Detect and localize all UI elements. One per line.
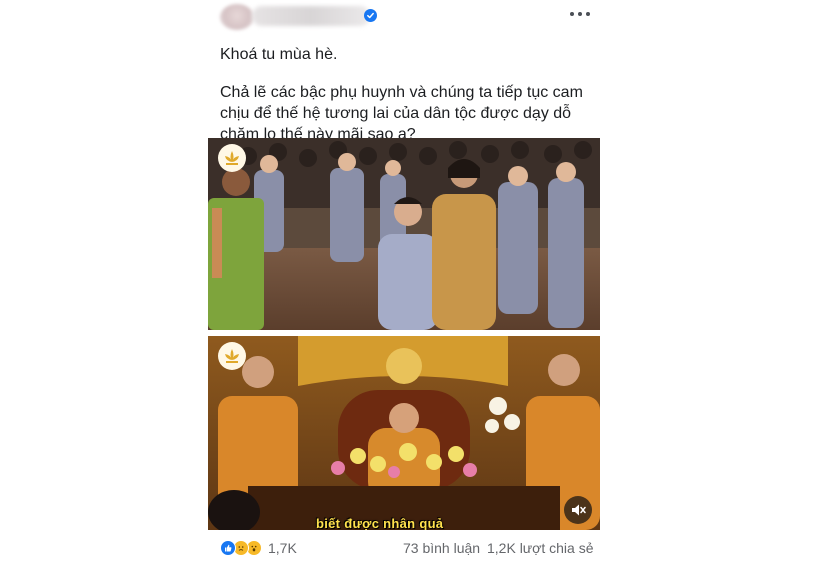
video-subtitle: biết được nhân quả xyxy=(316,516,444,530)
comments-count-link[interactable]: 73 bình luận xyxy=(403,540,480,556)
post-header xyxy=(208,0,600,36)
author-name-blurred[interactable] xyxy=(252,6,370,26)
reaction-count: 1,7K xyxy=(268,540,297,556)
post-body: Chả lẽ các bậc phụ huynh và chúng ta tiế… xyxy=(220,84,583,143)
more-dot xyxy=(578,12,582,16)
post-footer: 1,7K 73 bình luận 1,2K lượt chia sẻ xyxy=(208,536,600,560)
ceremony-video-illustration xyxy=(208,336,600,530)
author-avatar[interactable] xyxy=(220,4,254,30)
verified-badge-icon xyxy=(364,9,377,22)
post-video-ceremony[interactable]: biết được nhân quả xyxy=(208,336,600,530)
retreat-photo-illustration xyxy=(208,138,600,330)
lotus-logo-icon xyxy=(218,144,246,172)
post-text: Khoá tu mùa hè. Chả lẽ các bậc phụ huynh… xyxy=(220,44,596,145)
post-title: Khoá tu mùa hè. xyxy=(220,46,338,63)
more-dot xyxy=(586,12,590,16)
feed-post: Khoá tu mùa hè. Chả lẽ các bậc phụ huynh… xyxy=(208,0,600,564)
more-options-icon[interactable] xyxy=(570,8,590,20)
speaker-muted-icon[interactable] xyxy=(564,496,592,524)
post-photo-retreat[interactable] xyxy=(208,138,600,330)
lotus-logo-icon xyxy=(218,342,246,370)
shares-count-link[interactable]: 1,2K lượt chia sẻ xyxy=(487,540,594,556)
like-icon xyxy=(220,540,236,556)
reactions-summary[interactable]: 1,7K xyxy=(220,539,297,557)
more-dot xyxy=(570,12,574,16)
